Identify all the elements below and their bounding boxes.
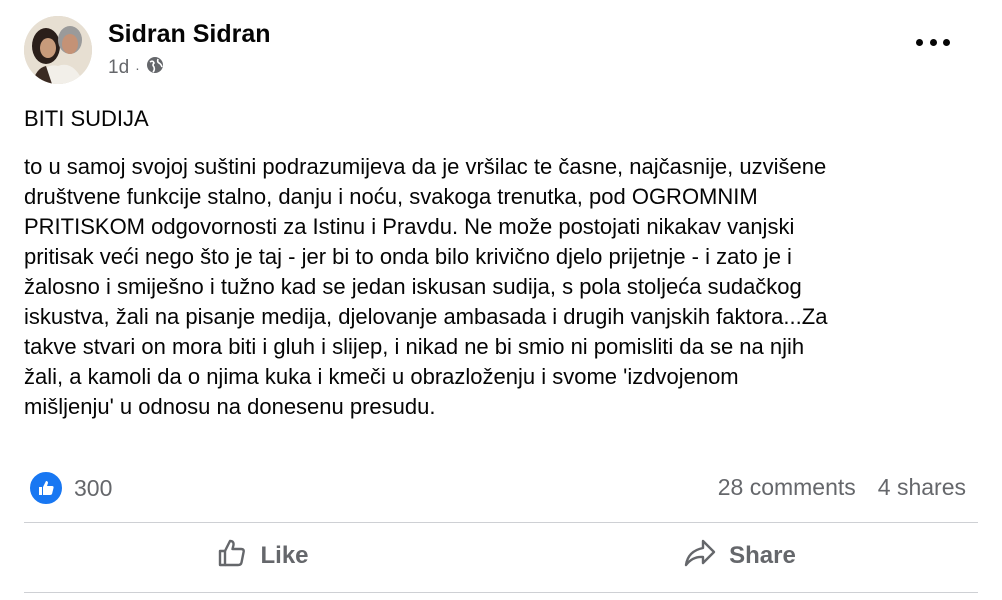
more-dot-icon <box>916 38 923 46</box>
divider <box>24 592 978 593</box>
avatar-photo <box>24 16 92 84</box>
avatar[interactable] <box>24 16 92 84</box>
author-name[interactable]: Sidran Sidran <box>108 20 271 49</box>
post-title: BITI SUDIJA <box>24 106 149 131</box>
like-button[interactable]: Like <box>24 524 501 588</box>
post-time[interactable]: 1d <box>108 57 129 79</box>
more-dot-icon <box>929 38 937 46</box>
thumbs-up-icon <box>216 537 248 576</box>
share-arrow-icon <box>683 538 717 575</box>
like-label: Like <box>260 542 309 569</box>
divider <box>24 522 978 523</box>
more-dot-icon <box>943 38 950 46</box>
post-meta: 1d · <box>108 56 164 80</box>
share-button[interactable]: Share <box>501 524 978 588</box>
action-bar: Like Share <box>24 524 978 588</box>
share-label: Share <box>729 542 796 569</box>
comments-count[interactable]: 28 comments <box>718 474 856 501</box>
post-body: to u samoj svojoj suštini podrazumijeva … <box>24 154 828 419</box>
separator-dot: · <box>135 60 140 76</box>
engagement-counts: 28 comments 4 shares <box>718 474 966 501</box>
post-card: Sidran Sidran 1d · BITI SUDIJA to u samo… <box>0 0 1002 600</box>
reactions-summary[interactable]: 300 <box>28 470 112 506</box>
like-reaction-icon <box>28 470 64 506</box>
more-options-button[interactable] <box>916 32 950 52</box>
globe-icon[interactable] <box>146 56 164 80</box>
shares-count[interactable]: 4 shares <box>878 474 966 501</box>
reaction-count: 300 <box>74 474 113 501</box>
